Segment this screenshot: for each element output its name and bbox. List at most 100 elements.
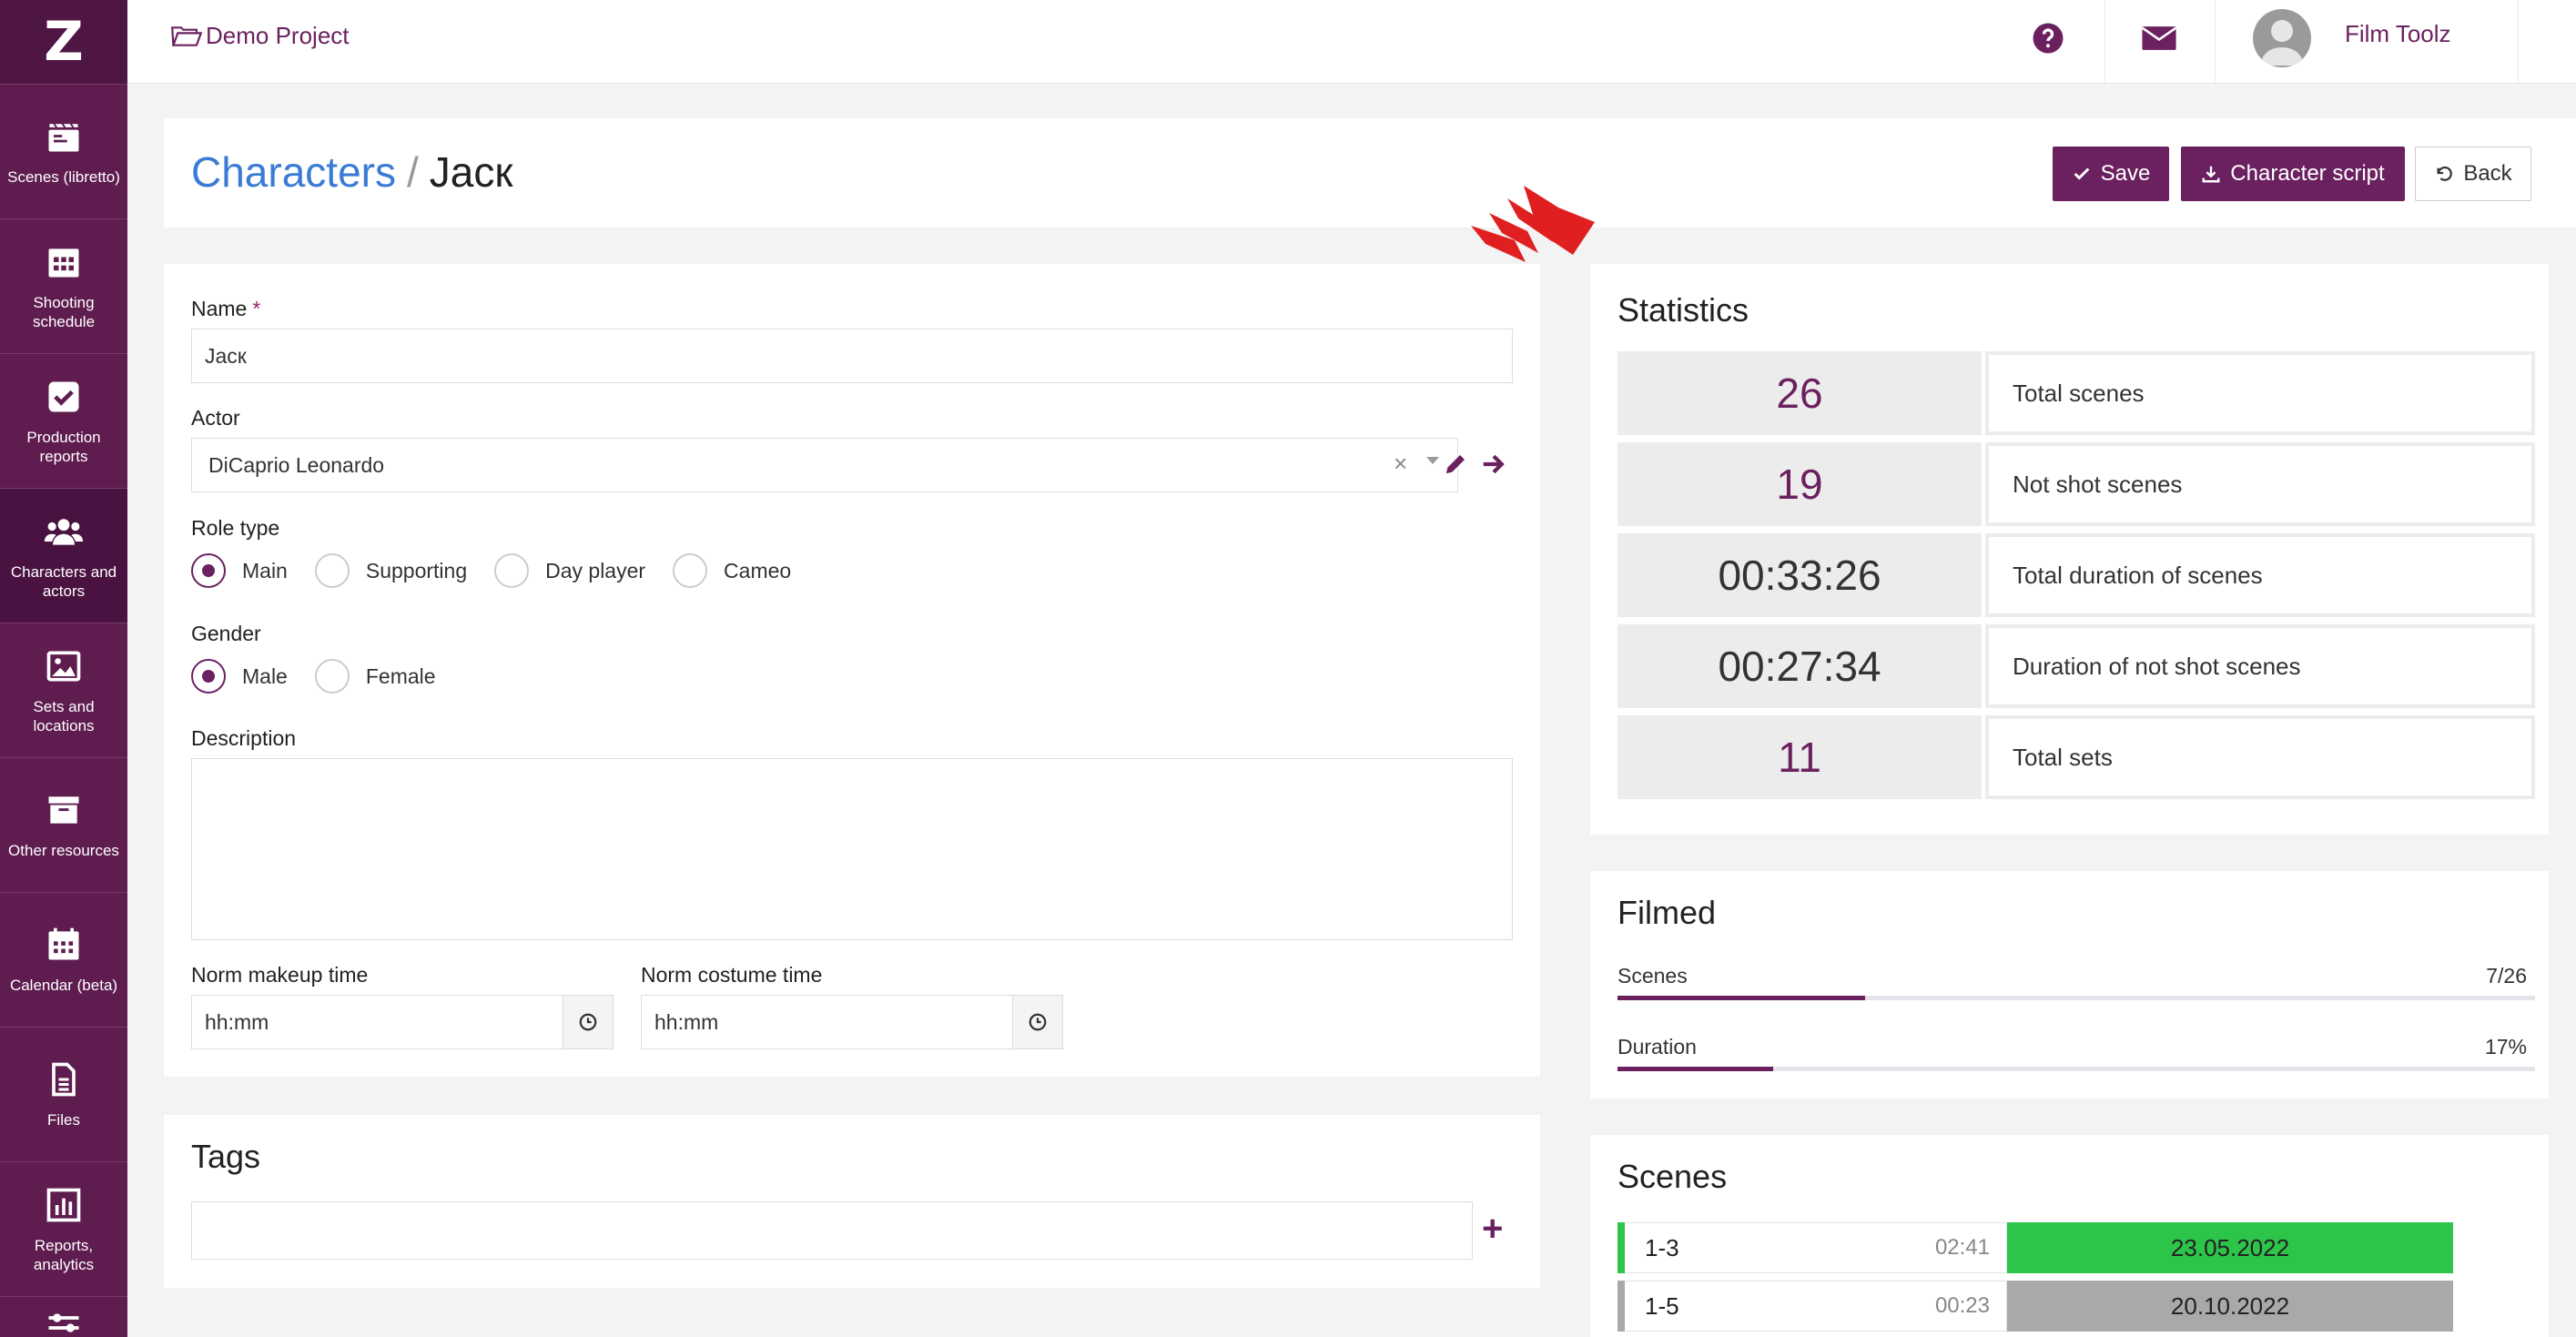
costume-time-picker[interactable] bbox=[1012, 995, 1063, 1049]
stat-row: 00:33:26 Total duration of scenes bbox=[1618, 533, 2535, 617]
radio-main[interactable] bbox=[191, 553, 226, 588]
filmed-scenes-progress bbox=[1618, 996, 2535, 1000]
description-textarea[interactable] bbox=[191, 758, 1513, 940]
radio-supporting-label[interactable]: Supporting bbox=[366, 559, 467, 583]
question-circle-icon bbox=[2033, 23, 2064, 54]
radio-main-label[interactable]: Main bbox=[242, 559, 288, 583]
makeup-time-picker[interactable] bbox=[563, 995, 614, 1049]
logo[interactable]: Z bbox=[0, 0, 127, 84]
sidebar-item-label: Shooting schedule bbox=[32, 293, 96, 330]
stat-label: Total sets bbox=[1985, 715, 2535, 799]
character-script-button[interactable]: Character script bbox=[2181, 147, 2405, 201]
actor-label: Actor bbox=[191, 406, 240, 430]
sidebar-item-other-resources[interactable]: Other resources bbox=[0, 757, 127, 892]
chevron-down-icon[interactable] bbox=[1426, 457, 1439, 464]
radio-day-player[interactable] bbox=[494, 553, 530, 588]
breadcrumb-separator: / bbox=[406, 148, 419, 196]
character-form: Name * Jaск Actor DiCaprio Leonardo × Rol… bbox=[164, 264, 1540, 1077]
clear-icon[interactable]: × bbox=[1394, 450, 1407, 478]
stat-row: 19 Not shot scenes bbox=[1618, 442, 2535, 526]
download-icon bbox=[2202, 166, 2220, 183]
scene-row[interactable]: 1-5 00:23 20.10.2022 bbox=[1618, 1281, 2453, 1332]
sidebar-item-sets[interactable]: Sets and locations bbox=[0, 623, 127, 757]
pencil-icon bbox=[1446, 455, 1465, 473]
stat-value: 26 bbox=[1618, 351, 1982, 435]
clock-icon bbox=[579, 1013, 597, 1031]
save-button[interactable]: Save bbox=[2053, 147, 2169, 201]
filmed-title: Filmed bbox=[1618, 894, 1717, 931]
radio-cameo[interactable] bbox=[673, 553, 708, 588]
sidebar-item-label: Reports, analytics bbox=[33, 1236, 95, 1273]
scene-duration: 02:41 bbox=[1934, 1235, 1990, 1260]
stat-label: Not shot scenes bbox=[1985, 442, 2535, 526]
page-header: Characters / Jaск Save Character script Ba… bbox=[164, 118, 2576, 228]
description-label: Description bbox=[191, 726, 297, 750]
makeup-time-label: Norm makeup time bbox=[191, 963, 369, 987]
file-icon bbox=[52, 1062, 76, 1097]
user-name[interactable]: Film Toolz bbox=[2345, 20, 2451, 48]
clock-icon bbox=[1029, 1013, 1047, 1031]
character-script-button-label: Character script bbox=[2230, 161, 2385, 186]
scene-date: 20.10.2022 bbox=[2007, 1281, 2453, 1332]
check-icon bbox=[2074, 167, 2090, 180]
sidebar-item-label: Scenes (libretto) bbox=[7, 168, 120, 186]
statistics-card: Statistics 26 Total scenes 19 Not shot s… bbox=[1590, 264, 2549, 835]
role-type-label: Role type bbox=[191, 516, 280, 540]
radio-day-player-label[interactable]: Day player bbox=[545, 559, 645, 583]
edit-actor-button[interactable] bbox=[1442, 451, 1469, 482]
sidebar-item-characters[interactable]: Characters and actors bbox=[0, 488, 127, 623]
back-button[interactable]: Back bbox=[2415, 147, 2531, 201]
stat-row: 00:27:34 Duration of not shot scenes bbox=[1618, 624, 2535, 708]
costume-time-input[interactable]: hh:mm bbox=[641, 995, 1014, 1049]
actor-select[interactable]: DiCaprio Leonardo × bbox=[191, 438, 1458, 492]
stat-value: 11 bbox=[1618, 715, 1982, 799]
radio-male[interactable] bbox=[191, 659, 226, 694]
go-to-actor-button[interactable] bbox=[1480, 451, 1507, 482]
sliders-icon bbox=[48, 1313, 79, 1332]
scene-duration: 00:23 bbox=[1934, 1293, 1990, 1318]
gender-label: Gender bbox=[191, 622, 261, 645]
radio-female-label[interactable]: Female bbox=[366, 664, 436, 689]
stat-value: 00:27:34 bbox=[1618, 624, 1982, 708]
stat-value: 19 bbox=[1618, 442, 1982, 526]
image-icon bbox=[46, 651, 81, 681]
sidebar-item-production-reports[interactable]: Production reports bbox=[0, 353, 127, 488]
stat-row: 11 Total sets bbox=[1618, 715, 2535, 799]
required-marker: * bbox=[252, 297, 261, 320]
scenes-card: Scenes 1-3 02:41 23.05.2022 1-5 00:23 20… bbox=[1590, 1135, 2549, 1337]
name-field[interactable]: Jaск bbox=[191, 329, 1513, 383]
sidebar-item-settings[interactable] bbox=[0, 1296, 127, 1337]
undo-icon bbox=[2437, 166, 2453, 181]
help-button[interactable] bbox=[2030, 20, 2066, 56]
radio-male-label[interactable]: Male bbox=[242, 664, 288, 689]
arrow-right-icon bbox=[1483, 454, 1505, 474]
gender-group: Male Female bbox=[191, 659, 463, 694]
breadcrumb-characters-link[interactable]: Characters bbox=[191, 148, 396, 196]
back-button-label: Back bbox=[2463, 161, 2512, 186]
sidebar: Z Scenes (libretto) Shooting schedule Pr… bbox=[0, 0, 127, 1337]
project-selector[interactable]: Demo Project bbox=[171, 22, 350, 50]
page-title: Jaск bbox=[429, 148, 513, 196]
red-chevron-arrow-icon bbox=[1471, 186, 1595, 262]
calendar-grid-icon bbox=[48, 248, 79, 277]
radio-cameo-label[interactable]: Cameo bbox=[724, 559, 791, 583]
tags-title: Tags bbox=[191, 1138, 261, 1175]
sidebar-item-label: Other resources bbox=[8, 842, 119, 859]
sidebar-item-files[interactable]: Files bbox=[0, 1027, 127, 1161]
sidebar-item-scenes[interactable]: Scenes (libretto) bbox=[0, 84, 127, 218]
role-type-group: Main Supporting Day player Cameo bbox=[191, 553, 818, 588]
radio-supporting[interactable] bbox=[314, 553, 350, 588]
name-label: Name * bbox=[191, 297, 261, 320]
makeup-time-input[interactable]: hh:mm bbox=[191, 995, 564, 1049]
tags-input[interactable] bbox=[191, 1201, 1473, 1260]
add-tag-button[interactable]: + bbox=[1482, 1209, 1503, 1250]
scene-row[interactable]: 1-3 02:41 23.05.2022 bbox=[1618, 1222, 2453, 1273]
statistics-title: Statistics bbox=[1618, 291, 1749, 329]
sidebar-item-calendar[interactable]: Calendar (beta) bbox=[0, 892, 127, 1027]
messages-button[interactable] bbox=[2141, 20, 2177, 56]
radio-female[interactable] bbox=[314, 659, 350, 694]
sidebar-item-label: Calendar (beta) bbox=[9, 977, 118, 994]
avatar[interactable] bbox=[2253, 9, 2311, 67]
sidebar-item-reports[interactable]: Reports, analytics bbox=[0, 1161, 127, 1296]
sidebar-item-shooting-schedule[interactable]: Shooting schedule bbox=[0, 218, 127, 353]
